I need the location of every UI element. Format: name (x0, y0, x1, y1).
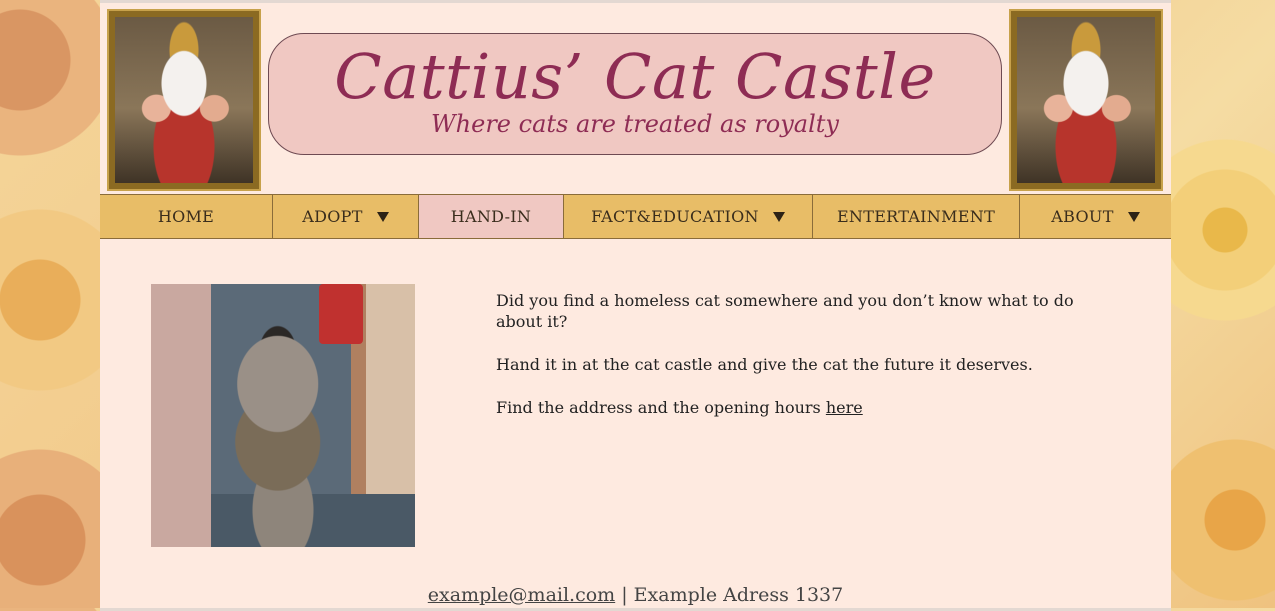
title-banner: Cattius’ Cat Castle Where cats are treat… (268, 33, 1002, 155)
nav-item-adopt[interactable]: ADOPT (273, 195, 419, 238)
nav-item-label: HAND-IN (450, 207, 532, 226)
paragraph: Find the address and the opening hours h… (496, 397, 1076, 418)
footer: example@mail.com | Example Adress 1337 (100, 584, 1171, 606)
nav-item-home[interactable]: HOME (100, 195, 273, 238)
nav-item-fact-education[interactable]: FACT&EDUCATION (564, 195, 813, 238)
royal-cat-portrait-right (1009, 9, 1163, 191)
site-title[interactable]: Cattius’ Cat Castle (269, 46, 1001, 108)
paragraph: Did you find a homeless cat somewhere an… (496, 291, 1074, 331)
footer-separator: | (615, 584, 634, 606)
footer-address: Example Adress 1337 (633, 584, 844, 606)
caret-down-icon (376, 211, 389, 222)
nav-item-label: ENTERTAINMENT (836, 207, 996, 226)
nav-item-label: ADOPT (302, 207, 363, 226)
nav-item-label: ABOUT (1051, 207, 1114, 226)
main-content: Did you find a homeless cat somewhere an… (100, 240, 1171, 611)
site-tagline: Where cats are treated as royalty (431, 110, 839, 138)
nav-item-label: HOME (157, 207, 215, 226)
paragraph-text: Find the address and the opening hours (496, 398, 826, 417)
here-link[interactable]: here (826, 398, 863, 417)
nav-item-label: FACT&EDUCATION (591, 207, 759, 226)
hand-in-text: Did you find a homeless cat somewhere an… (496, 290, 1076, 440)
paragraph: Hand it in at the cat castle and give th… (496, 355, 1033, 374)
caret-down-icon (1127, 211, 1140, 222)
main-navigation: HOME ADOPT HAND-IN FACT&EDUCATION ENTERT… (100, 194, 1171, 239)
royal-cat-portrait-left (107, 9, 261, 191)
nav-item-hand-in[interactable]: HAND-IN (419, 195, 564, 238)
nav-item-about[interactable]: ABOUT (1020, 195, 1171, 238)
nav-item-entertainment[interactable]: ENTERTAINMENT (813, 195, 1020, 238)
page-container: Cattius’ Cat Castle Where cats are treat… (100, 0, 1171, 611)
raccoon-holding-cat-photo (151, 284, 415, 547)
header: Cattius’ Cat Castle Where cats are treat… (100, 3, 1171, 193)
email-link[interactable]: example@mail.com (428, 584, 615, 606)
caret-down-icon (772, 211, 785, 222)
